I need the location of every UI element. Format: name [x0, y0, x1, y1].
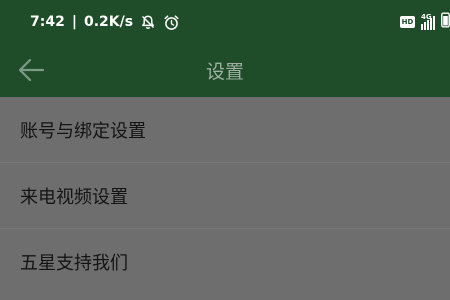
- settings-item-call-video[interactable]: 来电视频设置: [0, 163, 450, 229]
- settings-item-label: 五星支持我们: [20, 253, 128, 274]
- settings-item-account-binding[interactable]: 账号与绑定设置: [0, 97, 450, 163]
- hd-icon: HD: [400, 16, 415, 28]
- settings-item-rate-us[interactable]: 五星支持我们: [0, 229, 450, 295]
- status-right: HD 4G: [400, 12, 450, 32]
- status-separator: |: [71, 14, 77, 30]
- alarm-icon: [163, 14, 180, 31]
- bell-off-icon: [140, 14, 156, 30]
- toolbar: 设置: [0, 43, 450, 97]
- battery-icon: [441, 12, 450, 32]
- settings-item-label: 来电视频设置: [20, 186, 128, 208]
- clock: 7:42: [30, 14, 65, 30]
- status-bar: 7:42 | 0.2K/s HD 4G: [0, 0, 450, 43]
- settings-item-label: 账号与绑定设置: [20, 120, 146, 142]
- network-speed: 0.2K/s: [83, 14, 134, 30]
- arrow-left-icon: [18, 58, 45, 82]
- page-title: 设置: [205, 60, 244, 83]
- settings-list: 账号与绑定设置 来电视频设置 五星支持我们: [0, 97, 450, 300]
- status-left: 7:42 | 0.2K/s: [30, 11, 180, 33]
- back-button[interactable]: [14, 53, 48, 87]
- signal-icon: 4G: [421, 12, 435, 32]
